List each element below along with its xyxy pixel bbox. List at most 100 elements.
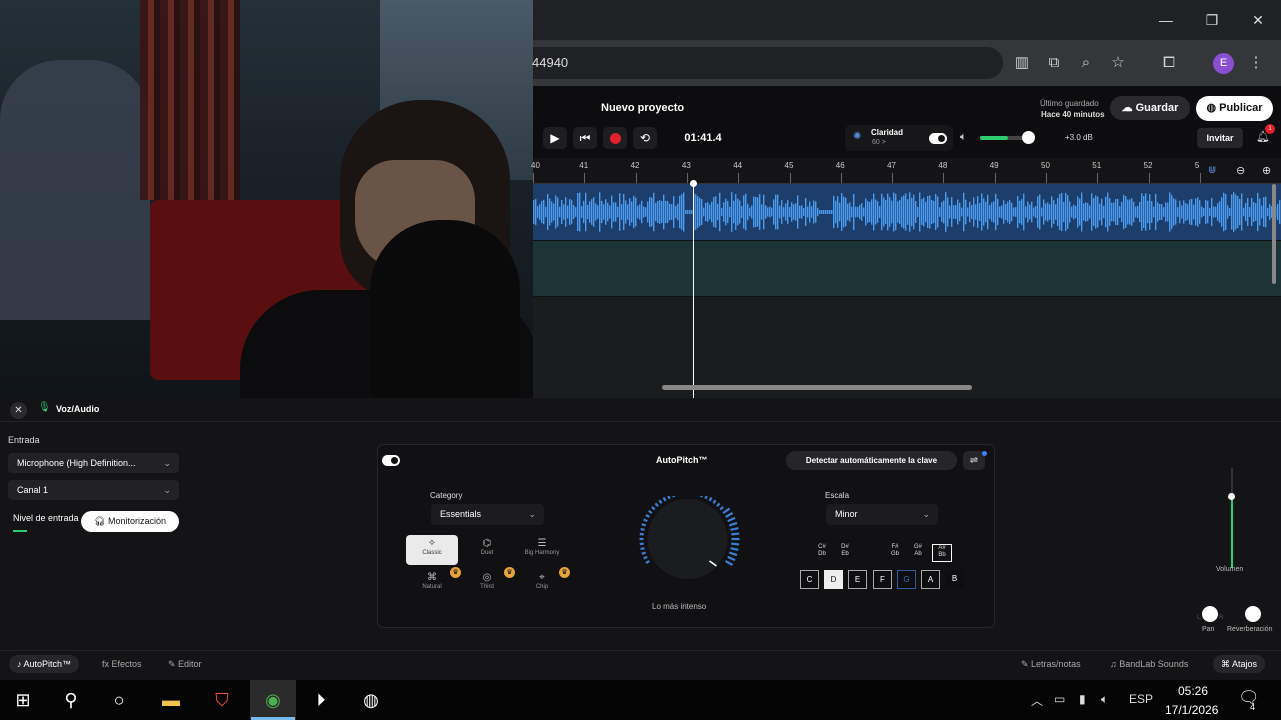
knob-tick [722,507,731,515]
scale-select[interactable]: Minor ⌄ [826,504,938,525]
close-panel-button[interactable]: ✕ [10,402,27,419]
waveform-bar [737,198,739,226]
tab-effects[interactable]: fx Efectos [102,655,142,673]
rewind-button[interactable]: ⏮ [573,127,597,149]
key-button-e[interactable]: E [848,570,867,589]
extensions-icon[interactable]: ⧠ [1159,53,1179,73]
preset-big-harmony[interactable]: ☰ Big Harmony [516,535,568,565]
language-indicator[interactable]: ESP [1129,692,1153,706]
play-button[interactable]: ▶ [543,127,567,149]
audio-track-1[interactable] [533,184,1281,240]
waveform-bar [1035,205,1037,219]
task-view-button[interactable]: ○ [96,680,142,720]
taskbar-file-explorer[interactable]: ▬ [148,680,194,720]
waveform-bar [835,200,837,224]
key-button-g[interactable]: G [897,570,916,589]
track-volume-knob[interactable] [1228,493,1235,500]
taskbar-obs[interactable]: ◍ [348,680,394,720]
speaker-icon[interactable]: 🔈︎ [960,131,967,144]
profile-avatar[interactable]: E [1213,53,1234,74]
key-button-d[interactable]: D [824,570,843,589]
sharp-key-button[interactable]: C# Db [812,544,832,562]
waveform-bar [683,192,685,232]
minimize-icon[interactable]: — [1156,10,1176,30]
pan-dial[interactable] [1202,606,1218,622]
autopitch-toggle[interactable] [382,455,400,466]
intensity-knob[interactable] [631,496,744,582]
input-device-select[interactable]: Microphone (High Definition... ⌄ [8,453,179,473]
timeline-ruler[interactable] [533,158,1281,184]
waveform-bar [937,196,939,228]
tray-chevron-icon[interactable]: ︿ [1031,692,1043,709]
taskbar-chrome[interactable]: ◉ [250,680,296,720]
tab-sounds[interactable]: ♫ BandLab Sounds [1110,655,1188,673]
close-window-icon[interactable]: ✕ [1248,10,1268,30]
ruler-tick-label: 45 [784,161,794,170]
playhead[interactable] [693,182,694,398]
key-button-b[interactable]: B [945,570,964,589]
waveform [533,192,1281,232]
project-title[interactable]: Nuevo proyecto [601,102,684,114]
browser-menu-icon[interactable]: ⋮ [1246,53,1266,73]
audio-track-3[interactable] [533,296,1281,398]
headphones-icon: 🎧︎ [94,516,108,526]
restore-icon[interactable]: ❐ [1202,10,1222,30]
clock-time[interactable]: 05:26 [1178,684,1208,698]
save-button[interactable]: ☁ Guardar [1110,96,1190,120]
record-button[interactable] [603,127,627,149]
taskbar-search[interactable]: ⚲ [48,680,94,720]
sharp-key-button[interactable]: A# Bb [932,544,952,562]
waveform-bar [1179,200,1181,224]
playhead-handle[interactable] [690,180,697,187]
waveform-bar [621,204,623,220]
horizontal-scrollbar[interactable] [662,385,972,390]
taskbar-media-player[interactable]: ⏵ [298,680,344,720]
master-volume-knob[interactable] [1022,131,1035,144]
battery-icon[interactable]: ▮ [1079,692,1086,706]
tab-editor[interactable]: ✎ Editor [168,655,202,673]
channel-select[interactable]: Canal 1 ⌄ [8,480,179,500]
vertical-scrollbar[interactable] [1272,184,1276,284]
key-button-f[interactable]: F [873,570,892,589]
waveform-bar [981,193,983,231]
zoom-out-icon[interactable]: ⊖ [1236,164,1245,177]
monitoring-button[interactable]: 🎧︎ Monitorización [81,511,179,532]
clock-date[interactable]: 17/1/2026 [1165,703,1218,717]
waveform-bar [783,207,785,217]
audio-track-2[interactable] [533,240,1281,296]
cast-icon[interactable]: ⧉ [1044,53,1064,73]
loop-button[interactable]: ⟲ [633,127,657,149]
reading-list-icon[interactable]: ▥ [1012,53,1032,73]
ruler-tick-mark [738,173,740,183]
sharp-key-button[interactable]: G# Ab [908,544,928,562]
reverb-dial[interactable] [1245,606,1261,622]
preset-duet[interactable]: ⌬ Duet [461,535,513,565]
tab-autopitch[interactable]: ♪ AutoPitch™ [9,655,80,673]
taskbar-brave[interactable]: ⛉ [199,680,245,720]
address-bar[interactable] [533,47,1003,79]
category-select[interactable]: Essentials ⌄ [431,504,544,525]
detect-key-button[interactable]: Detectar automáticamente la clave [786,451,957,470]
key-button-c[interactable]: C [800,570,819,589]
waveform-bar [741,205,743,219]
waveform-bar [875,199,877,225]
claridad-toggle[interactable] [929,133,947,144]
invite-button[interactable]: Invitar [1197,128,1243,148]
volume-icon[interactable]: 🔈︎ [1101,692,1108,707]
sharp-key-button[interactable]: D# Eb [835,544,855,562]
network-icon[interactable]: ▭ [1054,692,1065,706]
sharp-key-button[interactable]: F# Gb [885,544,905,562]
zoom-in-icon[interactable]: ⊕ [1262,164,1271,177]
key-button-a[interactable]: A [921,570,940,589]
preset-classic[interactable]: ✧ Classic [406,535,458,565]
search-icon[interactable]: ⌕ [1076,53,1096,73]
publish-button[interactable]: ◍ Publicar [1196,96,1273,121]
magnet-icon[interactable]: ⋓ [1208,165,1216,176]
start-button[interactable]: ⊞ [0,680,46,720]
tab-shortcuts[interactable]: ⌘ Atajos [1213,655,1266,673]
waveform-bar [947,197,949,227]
bookmark-star-icon[interactable]: ☆ [1108,53,1128,73]
notification-center-icon[interactable]: 🗨︎ [1238,688,1260,708]
waveform-bar [599,192,601,232]
tab-lyrics[interactable]: ✎ Letras/notas [1021,655,1081,673]
